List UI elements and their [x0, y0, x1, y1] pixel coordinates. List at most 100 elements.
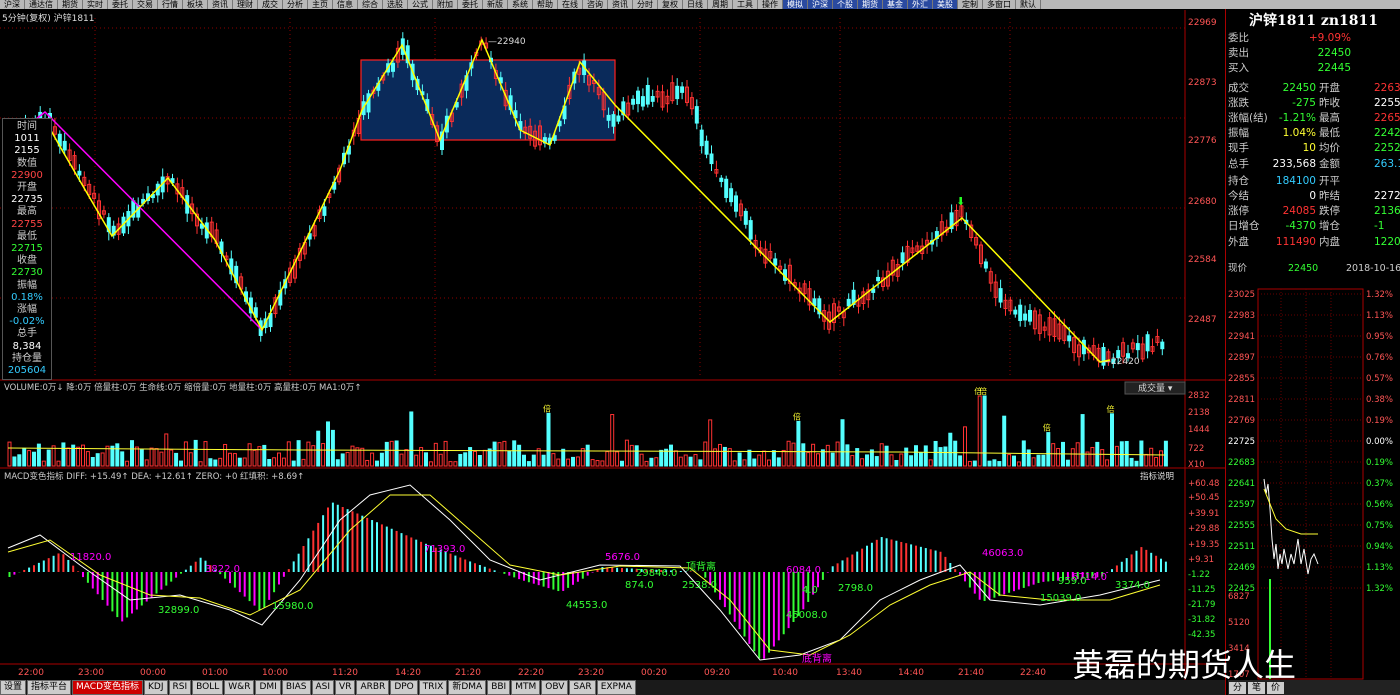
mini-price-label: 22597 [1228, 500, 1255, 510]
macd-axis-label: +19.35 [1188, 540, 1219, 550]
indicator-tab[interactable]: W&R [224, 680, 255, 695]
ohlc-value: 1011 [14, 133, 40, 145]
indicator-tab[interactable]: SAR [569, 680, 596, 695]
volume-bar-up [600, 460, 605, 467]
volume-bar-up [556, 458, 561, 467]
mini-price-label: 6827 [1228, 592, 1250, 602]
volume-bar-up [742, 459, 747, 467]
macd-axis-label: -11.25 [1188, 585, 1215, 595]
quote-label: 跌停 [1319, 205, 1340, 218]
volume-bar-up [482, 449, 487, 467]
candle-down [631, 98, 636, 105]
time-axis-label: 23:20 [578, 668, 604, 678]
indicator-tab[interactable]: KDJ [144, 680, 168, 695]
volume-bar-up [66, 447, 71, 467]
indicator-tab[interactable]: BBI [487, 680, 511, 695]
indicator-tab[interactable]: DPO [390, 680, 418, 695]
volume-bar-up [624, 439, 629, 467]
mini-percent-label: 0.76% [1366, 353, 1393, 363]
time-axis-label: 10:40 [772, 668, 798, 678]
mini-price-label: 22855 [1228, 374, 1255, 384]
volume-bar-up [899, 453, 904, 467]
indicator-tab[interactable]: DMI [255, 680, 281, 695]
indicator-tab[interactable]: 设置 [0, 680, 27, 695]
indicator-tab[interactable]: 指标平台 [27, 680, 72, 695]
indicator-tab[interactable]: RSI [168, 680, 192, 695]
macd-axis-label: +9.31 [1188, 555, 1214, 565]
volume-bar-down [512, 440, 517, 467]
volume-bar-down [830, 452, 835, 467]
volume-bar-down [492, 441, 497, 467]
macd-value-label: 3822.0 [205, 564, 240, 575]
quote-row: 委比 +9.09% [1226, 31, 1400, 46]
indicator-tabs[interactable]: 设置 指标平台 MACD变色指标 KDJ RSI BOLL W&R DMI BIAS ASI VR A… [0, 680, 1225, 695]
volume-bar-up [879, 443, 884, 467]
indicator-tab[interactable]: MACD变色指标 [72, 680, 144, 695]
volume-bar-down [32, 451, 36, 467]
quote-value: -4370 [1285, 220, 1316, 233]
dea-line [7, 494, 1161, 656]
quote-value: 122078 [1374, 235, 1400, 248]
volume-bar-down [120, 451, 125, 467]
macd-value-label: 15980.0 [272, 601, 313, 612]
volume-bar-up [228, 452, 232, 467]
time-axis-label: 22:20 [518, 668, 544, 678]
mini-percent-label: 0.37% [1366, 479, 1393, 489]
volume-bar-up [825, 444, 830, 467]
indicator-tab[interactable]: ASI [311, 680, 335, 695]
volume-bar-down [379, 452, 384, 467]
volume-bar-down [95, 453, 100, 467]
indicator-tab[interactable]: EXPMA [596, 680, 636, 695]
quote-value: 10 [1302, 142, 1316, 155]
indicator-tab[interactable]: VR [335, 680, 356, 695]
volume-axis-label: 1444 [1188, 425, 1210, 435]
candle-down [616, 115, 621, 122]
volume-bar-down [1012, 455, 1016, 467]
volume-bar-up [345, 451, 350, 467]
macd-value-label: 46063.0 [982, 548, 1023, 559]
indicator-tab[interactable]: BOLL [192, 680, 224, 695]
macd-axis-label: +60.48 [1188, 479, 1219, 489]
volume-bar-up [321, 443, 326, 467]
ohlc-label: -0.02% [9, 316, 45, 328]
indicator-tab[interactable]: 新DMA [448, 680, 487, 695]
macd-value-label: 5676.0 [605, 552, 640, 563]
ohlc-value: 收盘 [17, 255, 37, 267]
quote-label: 金额 [1319, 157, 1340, 170]
volume-bar-up [100, 452, 105, 467]
indicator-tab[interactable]: ARBR [356, 680, 390, 695]
volume-bar-up [404, 449, 409, 467]
quote-label: 开平 [1319, 174, 1340, 187]
indicator-tab[interactable]: OBV [541, 680, 569, 695]
volume-bar-down [982, 395, 987, 467]
volume-bar-up [154, 448, 159, 467]
indicator-tab[interactable]: TRIX [418, 680, 448, 695]
volume-bar-down [384, 441, 389, 467]
volume-bar-up [605, 451, 610, 467]
volume-bar-down [61, 442, 66, 467]
volume-bar-down [531, 454, 536, 467]
mini-percent-label: 0.94% [1366, 542, 1393, 552]
quote-label: 涨跌 [1228, 96, 1249, 109]
indicator-tab[interactable]: MTM [511, 680, 541, 695]
volume-bar-down [771, 450, 776, 467]
low-price-label: —22420 [1102, 357, 1140, 367]
now-date: 2018-10-16,二 [1346, 263, 1400, 274]
volume-bar-up [27, 450, 32, 467]
quote-value: -1.21% [1278, 112, 1316, 124]
macd-value-label: 32899.0 [158, 605, 199, 616]
ohlc-value: 总手 [17, 328, 37, 340]
volume-bar-up [85, 451, 90, 467]
volume-bar-down [874, 456, 879, 467]
volume-bar-up [252, 449, 257, 467]
indicator-tab[interactable]: BIAS [281, 680, 311, 695]
volume-bar-down [291, 460, 296, 467]
candle-down [1067, 335, 1072, 342]
quote-row: 总手 233,568金额 263.1亿 [1226, 157, 1400, 172]
volume-bar-up [860, 458, 865, 467]
volume-bar-down [987, 460, 992, 467]
volume-bar-up [693, 454, 698, 467]
quote-row: 买入 22445 [1226, 61, 1400, 76]
volume-bar-down [1119, 441, 1124, 467]
time-axis-label: 11:20 [332, 668, 358, 678]
